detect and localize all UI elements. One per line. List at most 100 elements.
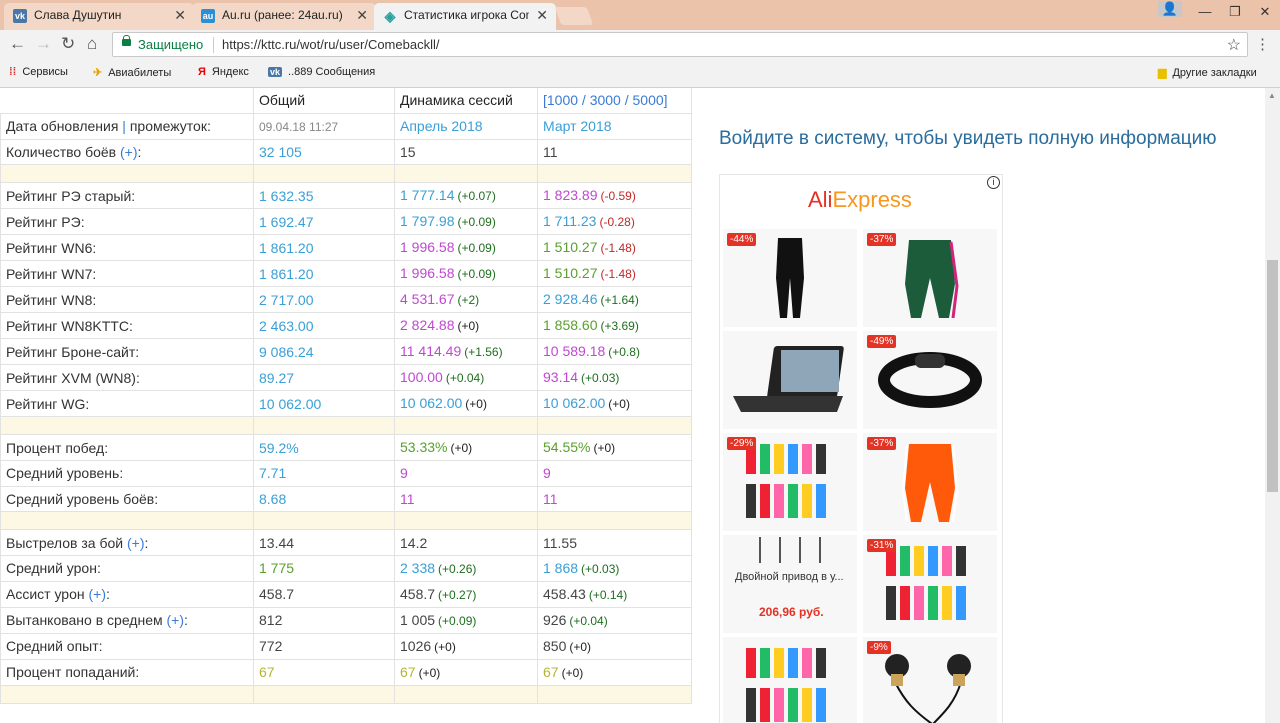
close-tab-icon[interactable]: ✕	[356, 7, 368, 24]
close-tab-icon[interactable]: ✕	[174, 7, 186, 24]
row-label: Средний уровень боёв:	[0, 485, 254, 513]
tab-vk[interactable]: vk Слава Душутин ✕	[4, 3, 194, 30]
bookmark-star-icon[interactable]: ☆	[1227, 35, 1241, 55]
stat-value: 812	[259, 612, 283, 629]
stat-cell: 09.04.18 11:27	[253, 112, 395, 140]
close-tab-icon[interactable]: ✕	[536, 7, 548, 24]
stat-cell: 2 338 (+0.26)	[394, 554, 538, 582]
column-header: Общий	[253, 88, 395, 114]
url-text[interactable]: https://kttc.ru/wot/ru/user/Comebackll/	[222, 37, 439, 52]
discount-badge: -29%	[727, 437, 757, 450]
delta-value: (+0)	[434, 639, 456, 654]
page-content: Общий Динамика сессий [1000 / 3000 / 5000]…	[0, 88, 1265, 723]
stat-cell: 32 105	[253, 138, 395, 166]
forward-arrow-icon[interactable]: →	[35, 34, 52, 54]
stat-value: 7.71	[259, 465, 287, 482]
ad-product-card[interactable]: -49%	[863, 331, 997, 429]
ad-product-card[interactable]	[723, 637, 857, 723]
bookmark-avia[interactable]: ✈ Авиабилеты	[93, 66, 171, 79]
ad-product-card[interactable]: -44%	[723, 229, 857, 327]
close-window-icon[interactable]: ✕	[1250, 4, 1280, 20]
bookmark-vk-messages[interactable]: vk ..889 Сообщения	[268, 66, 375, 78]
expand-link[interactable]: (+)	[163, 612, 185, 628]
delta-value: (+3.69)	[600, 319, 639, 334]
delta-value: (+0.04)	[445, 371, 485, 386]
ad-product-card[interactable]: -37%	[863, 433, 997, 531]
scrollbar[interactable]: ▲	[1265, 88, 1280, 723]
login-prompt[interactable]: Войдите в систему, чтобы увидеть полную …	[719, 128, 1217, 150]
table-row: Средний урон: 1 775 2 338 (+0.26) 1 868 (+0.0…	[0, 554, 692, 582]
stat-value: 11	[400, 491, 415, 508]
ad-product-card[interactable]: -29%	[723, 433, 857, 531]
row-label: Рейтинг WN8:	[0, 286, 254, 314]
tab-au[interactable]: au Au.ru (ранее: 24au.ru) - А ✕	[192, 3, 376, 30]
stat-value: 11.55	[543, 534, 577, 551]
user-profile-icon[interactable]: 👤	[1158, 1, 1182, 17]
discount-badge: -37%	[867, 233, 897, 246]
reload-icon[interactable]: ↻	[61, 34, 75, 54]
stat-value: 9	[400, 465, 408, 482]
ad-product-card[interactable]: -31%	[863, 535, 997, 633]
stat-value: 2 463.00	[259, 317, 314, 334]
stat-cell: 7.71	[253, 460, 395, 487]
stats-table: Общий Динамика сессий [1000 / 3000 / 5000]…	[0, 88, 692, 704]
stat-value: 54.55%	[543, 439, 591, 456]
column-header	[1, 88, 254, 113]
stat-cell: 458.43 (+0.14)	[537, 580, 692, 608]
row-label: Дата обновления | промежуток:	[0, 112, 254, 140]
tab-title: Статистика игрока Come	[404, 8, 529, 22]
back-arrow-icon[interactable]: ←	[9, 34, 26, 54]
row-label: Выстрелов за бой (+):	[0, 529, 254, 556]
tab-title: Слава Душутин	[34, 8, 122, 22]
stat-cell: 1 777.14 (+0.07)	[394, 182, 538, 210]
expand-link[interactable]: (+)	[85, 586, 106, 602]
delta-value: (+0.04)	[569, 613, 608, 628]
tab-kttc-stats[interactable]: ◈ Статистика игрока Come ✕	[374, 3, 556, 30]
delta-value: (+0.26)	[438, 561, 477, 576]
socks-icon	[723, 637, 857, 723]
stat-value: 772	[259, 638, 283, 655]
stat-value: 67	[400, 663, 416, 680]
minimize-icon[interactable]: —	[1190, 4, 1220, 19]
expand-link[interactable]: (+)	[123, 535, 145, 551]
delta-value: (+0.8)	[608, 345, 640, 360]
stat-value: 11	[543, 143, 558, 160]
stat-cell: 2 824.88 (+0)	[394, 312, 538, 340]
window-title-bar: vk Слава Душутин ✕ au Au.ru (ранее: 24au…	[0, 0, 1280, 30]
kttc-icon: ◈	[384, 8, 396, 24]
aliexpress-ad[interactable]: i AliExpress -44% -37% -49% -29% -37% Двойной…	[719, 174, 1003, 723]
stat-cell: 458.7 (+0.27)	[394, 580, 538, 608]
scroll-up-icon[interactable]: ▲	[1268, 91, 1276, 100]
stat-cell: 67	[253, 658, 395, 686]
expand-link[interactable]: (+)	[116, 144, 138, 160]
delta-value: (+2)	[457, 293, 480, 308]
stat-cell: 2 717.00	[253, 286, 395, 314]
row-label: Процент попаданий:	[0, 658, 254, 686]
row-label: Рейтинг WN7:	[0, 260, 254, 288]
ad-product-card[interactable]	[723, 331, 857, 429]
label-text: Дата обновления	[6, 118, 119, 135]
other-bookmarks[interactable]: ▆ Другие закладки	[1158, 66, 1257, 79]
ad-product-card[interactable]: Двойной привод в у... 206,96 руб.	[723, 535, 857, 633]
bookmark-yandex[interactable]: Я Яндекс	[198, 66, 249, 78]
stat-value: 1 775	[259, 560, 295, 577]
apps-icon: ⁞⁞	[9, 66, 17, 78]
stat-cell: 1 711.23 (-0.28)	[537, 208, 692, 236]
stat-value: 4 531.67	[400, 291, 455, 308]
restore-icon[interactable]: ❐	[1220, 4, 1250, 20]
bookmark-services[interactable]: ⁞⁞ Сервисы	[9, 66, 68, 78]
ad-info-icon[interactable]: i	[987, 176, 1000, 189]
menu-dots-icon[interactable]: ⋮	[1255, 35, 1270, 53]
delta-value: (+1.64)	[600, 293, 639, 308]
stat-value: 11 414.49	[400, 343, 462, 360]
column-header[interactable]: [1000 / 3000 / 5000]	[537, 88, 692, 114]
discount-badge: -44%	[727, 233, 757, 246]
ad-product-card[interactable]: -9%	[863, 637, 997, 723]
home-icon[interactable]: ⌂	[87, 34, 97, 54]
delta-value: (+0.27)	[438, 587, 477, 602]
address-bar[interactable]: Защищено https://kttc.ru/wot/ru/user/Com…	[112, 32, 1248, 57]
scrollbar-thumb[interactable]	[1267, 260, 1278, 492]
table-row: Средний уровень боёв: 8.68 11 11	[0, 485, 692, 513]
ad-product-card[interactable]: -37%	[863, 229, 997, 327]
new-tab-button[interactable]	[554, 7, 594, 25]
